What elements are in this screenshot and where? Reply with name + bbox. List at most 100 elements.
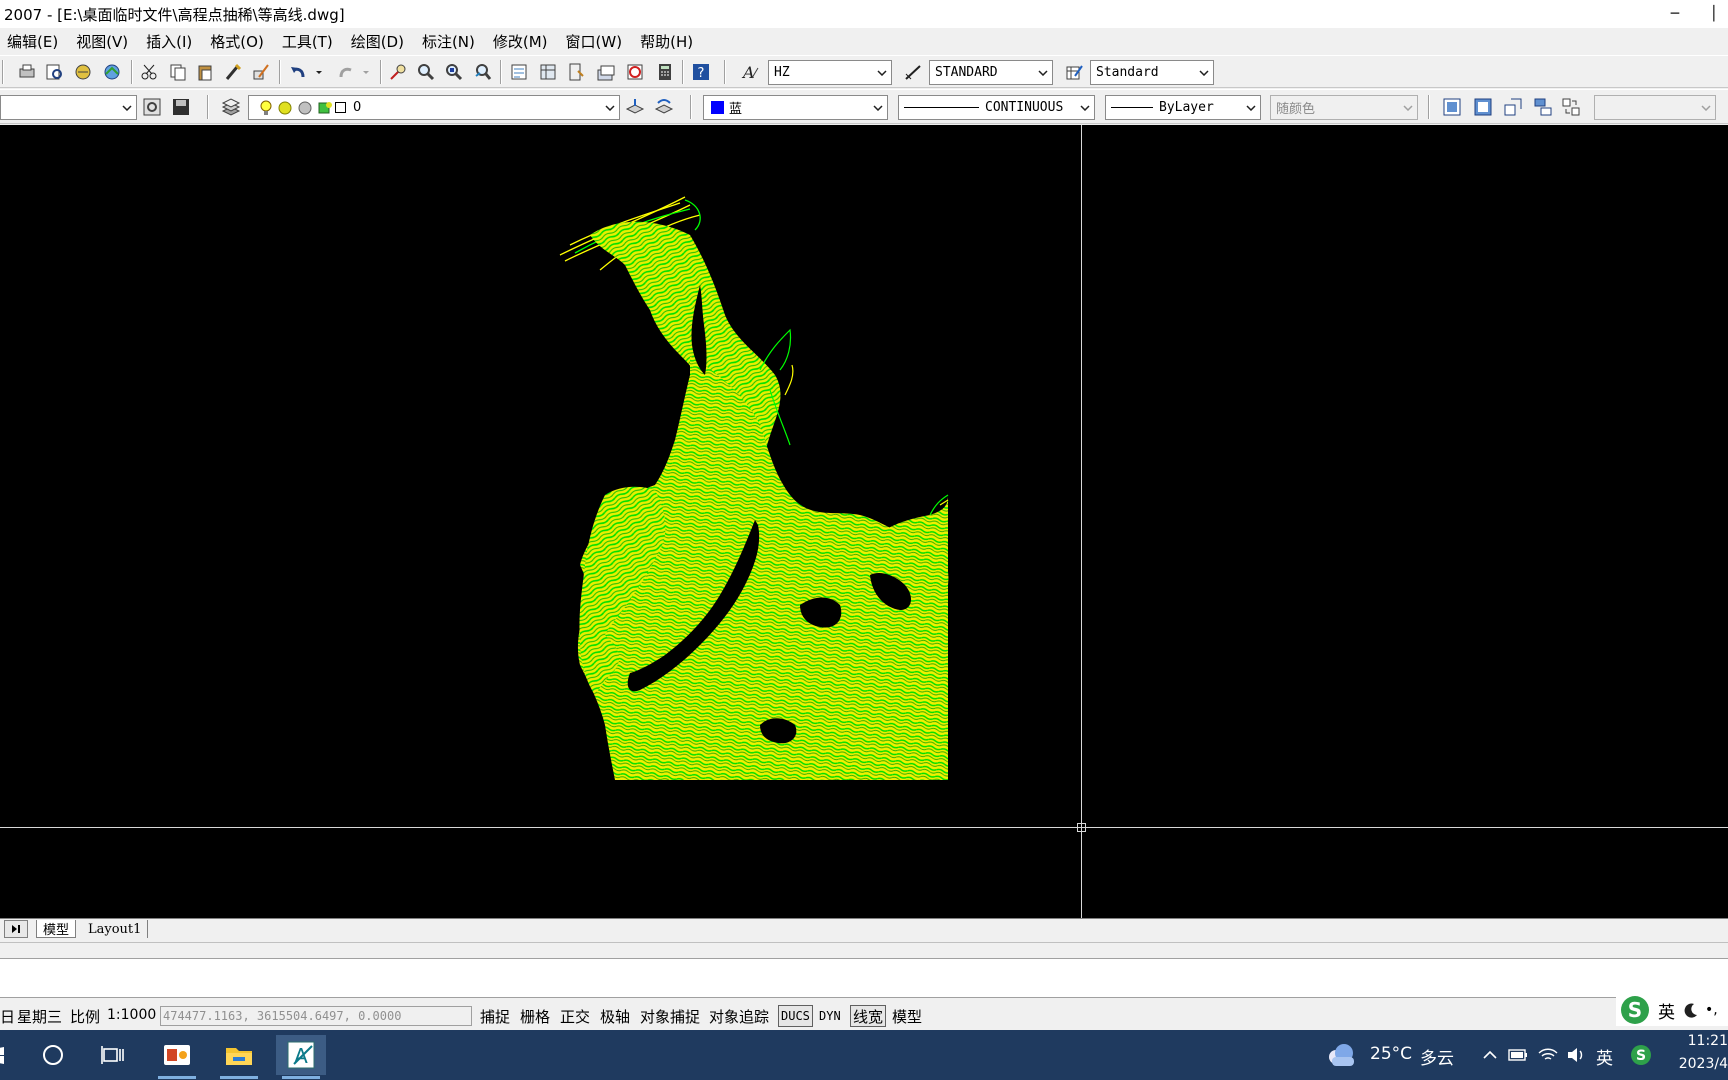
publish-icon[interactable]: [72, 61, 94, 83]
align-viewport-icon[interactable]: [1560, 96, 1582, 118]
color-select[interactable]: 蓝: [703, 95, 888, 120]
text-style-icon[interactable]: A: [739, 61, 761, 83]
search-icon[interactable]: [28, 1035, 78, 1075]
polar-toggle[interactable]: 极轴: [598, 1005, 632, 1027]
plot-layer-icon: [317, 100, 333, 116]
zoom-realtime-icon[interactable]: [415, 61, 437, 83]
viewport-icon[interactable]: [1502, 96, 1524, 118]
zoom-previous-icon[interactable]: [472, 61, 494, 83]
table-style-icon[interactable]: [1063, 61, 1085, 83]
weather-temp: 25°C: [1370, 1044, 1413, 1064]
dimension-style-select[interactable]: STANDARD: [929, 60, 1053, 85]
plot-icon[interactable]: [16, 61, 38, 83]
status-bar: 日 星期三 比例 1:1000 474477.1163, 3615504.649…: [0, 1000, 1728, 1030]
coordinate-display[interactable]: 474477.1163, 3615504.6497, 0.0000: [160, 1006, 472, 1026]
start-button[interactable]: [0, 1035, 12, 1075]
show-hidden-icons-chevron-up-icon[interactable]: [1478, 1035, 1502, 1075]
drawing-canvas[interactable]: [0, 125, 1728, 918]
tool-palettes-icon[interactable]: [565, 61, 587, 83]
clip-viewport-icon[interactable]: [1532, 96, 1554, 118]
menu-edit[interactable]: 编辑(E): [7, 31, 58, 52]
ducs-toggle[interactable]: DUCS: [778, 1005, 813, 1027]
block-editor-icon[interactable]: [250, 61, 272, 83]
calculator-icon[interactable]: [654, 61, 676, 83]
menu-dimension[interactable]: 标注(N): [422, 31, 475, 52]
save-workspace-icon[interactable]: [170, 96, 192, 118]
copy-icon[interactable]: [167, 61, 189, 83]
tab-model[interactable]: 模型: [36, 920, 77, 938]
autocad-app-icon[interactable]: A: [276, 1035, 326, 1079]
plot-preview-icon[interactable]: [43, 61, 65, 83]
close-button[interactable]: │: [1700, 0, 1728, 28]
title-bar: 2007 - [E:\桌面临时文件\高程点抽稀\等高线.dwg] ─ │: [0, 0, 1728, 28]
undo-icon[interactable]: [287, 61, 309, 83]
file-explorer-icon[interactable]: [214, 1035, 264, 1079]
layer-select[interactable]: 0: [248, 95, 620, 120]
workspace-settings-icon[interactable]: [141, 96, 163, 118]
paste-icon[interactable]: [194, 61, 216, 83]
clock-date[interactable]: 2023/4: [1664, 1056, 1728, 1072]
menu-window[interactable]: 窗口(W): [566, 31, 623, 52]
grid-toggle[interactable]: 栅格: [518, 1005, 552, 1027]
ortho-toggle[interactable]: 正交: [558, 1005, 592, 1027]
named-views-icon[interactable]: [1472, 96, 1494, 118]
layer-previous-icon[interactable]: [653, 96, 675, 118]
tab-scroll-end-button[interactable]: [4, 920, 28, 938]
snap-toggle[interactable]: 捕捉: [478, 1005, 512, 1027]
osnap-toggle[interactable]: 对象捕捉: [638, 1005, 702, 1027]
redo-icon[interactable]: [335, 61, 357, 83]
menu-view[interactable]: 视图(V): [76, 31, 128, 52]
menu-modify[interactable]: 修改(M): [493, 31, 548, 52]
lineweight-toggle[interactable]: 线宽: [850, 1005, 887, 1027]
menu-tools[interactable]: 工具(T): [282, 31, 333, 52]
sun-icon: [277, 100, 293, 116]
dimension-style-icon[interactable]: [902, 61, 924, 83]
menu-help[interactable]: 帮助(H): [640, 31, 693, 52]
help-icon[interactable]: ?: [690, 61, 712, 83]
menu-draw[interactable]: 绘图(D): [351, 31, 404, 52]
model-toggle[interactable]: 模型: [890, 1005, 924, 1027]
properties-icon[interactable]: [508, 61, 530, 83]
wifi-icon[interactable]: [1536, 1035, 1560, 1075]
3d-dwf-icon[interactable]: [101, 61, 123, 83]
tab-layout1[interactable]: Layout1: [82, 920, 149, 938]
pan-realtime-icon[interactable]: [387, 61, 409, 83]
lineweight-select[interactable]: ByLayer: [1105, 95, 1261, 120]
layout-tab-strip: 模型 Layout1: [0, 918, 1728, 938]
otrack-toggle[interactable]: 对象追踪: [707, 1005, 771, 1027]
plot-style-select: 随颜色: [1270, 95, 1418, 120]
sogou-tray-icon[interactable]: S: [1626, 1035, 1656, 1075]
bring-to-front-icon[interactable]: [1441, 96, 1463, 118]
menu-format[interactable]: 格式(O): [210, 31, 264, 52]
make-object-layer-current-icon[interactable]: [624, 96, 646, 118]
battery-icon[interactable]: [1506, 1035, 1530, 1075]
command-line-area: [0, 938, 1728, 1000]
clock-time[interactable]: 11:21: [1672, 1033, 1728, 1049]
cut-icon[interactable]: [138, 61, 160, 83]
command-line-input[interactable]: [0, 958, 1728, 998]
design-center-icon[interactable]: [537, 61, 559, 83]
ime-toolbar[interactable]: S 英 •,: [1616, 994, 1728, 1026]
undo-dropdown-icon[interactable]: [313, 61, 325, 83]
menu-insert[interactable]: 插入(I): [146, 31, 192, 52]
layer-properties-icon[interactable]: [220, 96, 242, 118]
weather-cloud-icon[interactable]: [1320, 1035, 1360, 1075]
sheet-set-icon[interactable]: [595, 61, 617, 83]
text-style-select[interactable]: HZ: [768, 60, 892, 85]
tray-ime-language[interactable]: 英: [1596, 1044, 1613, 1069]
markup-set-icon[interactable]: [624, 61, 646, 83]
linetype-select[interactable]: CONTINUOUS: [898, 95, 1095, 120]
chevron-down-icon: [869, 96, 887, 119]
dyn-toggle[interactable]: DYN: [817, 1005, 843, 1027]
table-style-select[interactable]: Standard: [1090, 60, 1214, 85]
status-weekday: 星期三: [17, 1008, 63, 1026]
redo-dropdown-icon[interactable]: [360, 61, 372, 83]
powerpoint-app-icon[interactable]: [152, 1035, 202, 1079]
zoom-window-icon[interactable]: [443, 61, 465, 83]
match-properties-icon[interactable]: [222, 61, 244, 83]
task-view-icon[interactable]: [88, 1035, 138, 1075]
workspace-select[interactable]: [0, 95, 137, 120]
minimize-button[interactable]: ─: [1652, 0, 1698, 28]
volume-icon[interactable]: [1564, 1035, 1588, 1075]
chevron-down-icon: [1242, 96, 1260, 119]
